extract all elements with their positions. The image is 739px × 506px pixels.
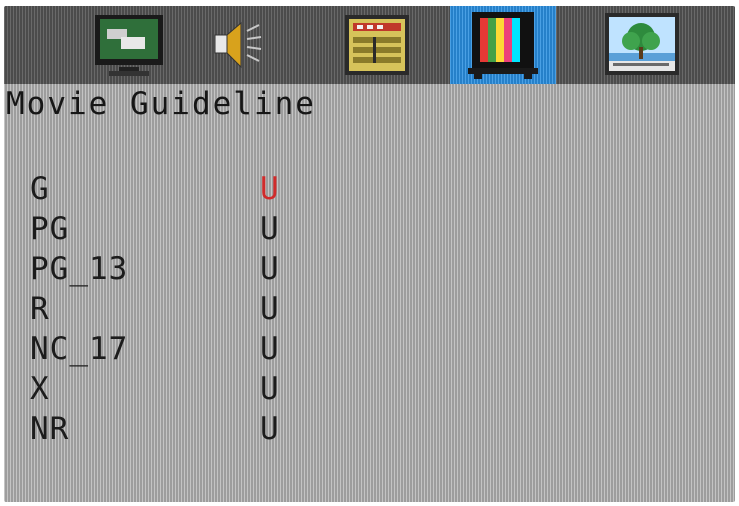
page-title: Movie Guideline (6, 86, 316, 122)
landscape-picture-icon (605, 13, 679, 75)
rating-label: X (30, 371, 50, 407)
rating-row-x[interactable]: X U (24, 369, 344, 409)
rating-lock-toggle[interactable]: U (260, 409, 279, 449)
tab-setup[interactable] (324, 6, 430, 84)
rating-lock-toggle[interactable]: U (260, 289, 279, 329)
rating-lock-toggle[interactable]: U (260, 369, 279, 409)
rating-row-pg[interactable]: PG U (24, 209, 344, 249)
rating-label: PG_13 (30, 251, 129, 287)
rating-label: NC_17 (30, 331, 129, 367)
rating-label: G (30, 171, 50, 207)
rating-list: G U PG U PG_13 U R U NC_17 U X U NR U (24, 169, 344, 449)
monitor-icon (95, 15, 163, 76)
tab-parental-lock[interactable] (450, 6, 556, 84)
speaker-icon (214, 21, 262, 69)
tv-osd-screen: Movie Guideline G U PG U PG_13 U R U NC_… (4, 6, 735, 502)
rating-label: R (30, 291, 50, 327)
rating-label: NR (30, 411, 70, 447)
menu-panel-icon (345, 15, 409, 75)
rating-row-nr[interactable]: NR U (24, 409, 344, 449)
menu-bar (4, 6, 735, 84)
tab-picture[interactable] (76, 6, 182, 84)
rating-lock-toggle[interactable]: U (260, 209, 279, 249)
rating-row-pg-13[interactable]: PG_13 U (24, 249, 344, 289)
tv-color-bars-icon (468, 12, 538, 79)
rating-lock-toggle[interactable]: U (260, 329, 279, 369)
tab-sound[interactable] (182, 6, 288, 84)
rating-lock-toggle[interactable]: U (260, 169, 279, 209)
rating-row-g[interactable]: G U (24, 169, 344, 209)
tab-photo[interactable] (589, 6, 695, 84)
rating-row-nc-17[interactable]: NC_17 U (24, 329, 344, 369)
rating-label: PG (30, 211, 70, 247)
rating-lock-toggle[interactable]: U (260, 249, 279, 289)
rating-row-r[interactable]: R U (24, 289, 344, 329)
